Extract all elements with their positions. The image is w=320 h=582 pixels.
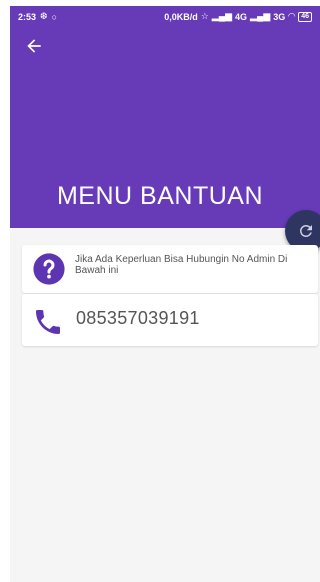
refresh-icon — [299, 224, 312, 237]
status-right: 0,0KB/d ☆ ▂▄▆ 4G ▂▄▆ 3G ◠ 46 — [164, 11, 312, 22]
status-time: 2:53 — [18, 11, 37, 22]
app-header: 2:53 ❆ ○ 0,0KB/d ☆ ▂▄▆ 4G ▂▄▆ 3G ◠ 46 ME… — [10, 6, 320, 228]
sim1-label: 4G — [235, 11, 248, 22]
phone-contact-card[interactable]: 085357039191 — [22, 294, 318, 346]
status-left: 2:53 ❆ ○ — [18, 11, 57, 22]
notification-icon: ❆ — [40, 11, 48, 21]
alarm-icon: ☆ — [200, 11, 209, 21]
signal-icon-2: ▂▄▆ — [250, 11, 271, 21]
sim2-label: 3G — [273, 11, 286, 22]
phone-icon — [32, 306, 64, 343]
help-info-card: Jika Ada Keperluan Bisa Hubungin No Admi… — [22, 245, 318, 293]
admin-phone-number[interactable]: 085357039191 — [76, 308, 200, 329]
battery-indicator: 46 — [298, 11, 312, 22]
app-screen: 2:53 ❆ ○ 0,0KB/d ☆ ▂▄▆ 4G ▂▄▆ 3G ◠ 46 ME… — [10, 6, 320, 582]
page-title: MENU BANTUAN — [56, 182, 263, 210]
net-speed: 0,0KB/d — [164, 11, 198, 22]
help-icon — [32, 252, 66, 291]
signal-icon: ▂▄▆ — [211, 11, 233, 21]
back-arrow-icon[interactable] — [24, 36, 44, 56]
wifi-icon: ◠ — [288, 11, 296, 21]
help-message: Jika Ada Keperluan Bisa Hubungin No Admi… — [75, 254, 288, 276]
whatsapp-icon: ○ — [51, 11, 57, 22]
status-bar: 2:53 ❆ ○ 0,0KB/d ☆ ▂▄▆ 4G ▂▄▆ 3G ◠ 46 — [10, 6, 320, 26]
